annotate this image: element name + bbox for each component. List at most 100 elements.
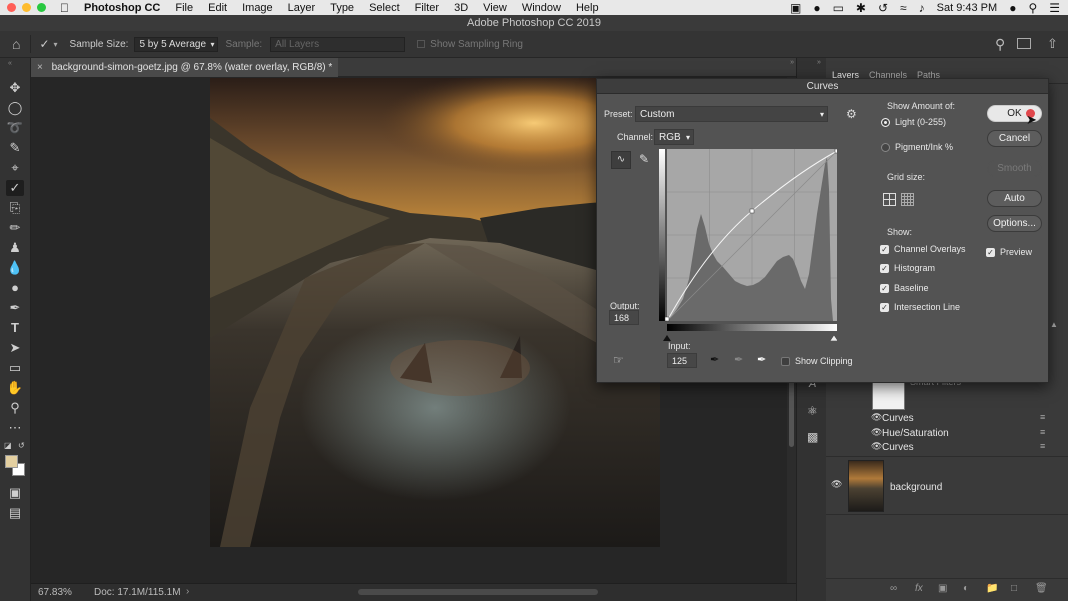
rectangle-tool-icon[interactable]: ▭: [6, 360, 24, 376]
curve-edit-points-tool[interactable]: ∿: [611, 151, 631, 169]
quick-mask-icon[interactable]: ▣: [6, 485, 24, 501]
layer-row-curves-2[interactable]: 👁 Curves ≡: [826, 440, 1068, 455]
preview-checkbox[interactable]: ✓ Preview: [986, 247, 1032, 257]
search-icon[interactable]: ⚲: [995, 36, 1005, 53]
menu-window[interactable]: Window: [522, 2, 561, 14]
status-menu-icon[interactable]: ›: [186, 586, 189, 597]
properties-panel-icon[interactable]: ⚛: [807, 404, 818, 418]
collapse-arrow-icon[interactable]: ▲: [1050, 320, 1058, 329]
options-button[interactable]: Options...: [987, 215, 1042, 232]
delete-layer-icon[interactable]: 🗑: [1035, 583, 1048, 594]
auto-button[interactable]: Auto: [987, 190, 1042, 207]
volume-icon[interactable]: ♪: [919, 2, 925, 14]
filter-options-icon[interactable]: ≡: [1040, 441, 1045, 451]
smart-filters-thumbnail[interactable]: [872, 380, 905, 410]
pencil-draw-icon[interactable]: ✎: [639, 152, 649, 166]
time-machine-icon[interactable]: ↺: [878, 2, 888, 14]
eyedropper-tool-icon[interactable]: ✓: [6, 180, 24, 196]
screen-mode-icon[interactable]: ▤: [6, 505, 24, 521]
gray-point-eyedropper-icon[interactable]: ✒: [734, 353, 743, 366]
new-group-icon[interactable]: 📁: [986, 583, 998, 594]
detailed-grid-button[interactable]: [901, 193, 914, 206]
channel-select[interactable]: RGB ▾: [654, 129, 694, 145]
wifi-icon[interactable]: ≈: [900, 2, 907, 14]
close-tab-icon[interactable]: ×: [37, 62, 43, 73]
scrollbar-thumb[interactable]: [789, 377, 794, 447]
menu-view[interactable]: View: [483, 2, 507, 14]
menu-help[interactable]: Help: [576, 2, 599, 14]
filter-options-icon[interactable]: ≡: [1040, 412, 1045, 422]
layer-style-icon[interactable]: fx: [915, 583, 923, 594]
menu-app[interactable]: Photoshop CC: [84, 2, 160, 14]
swap-colors-icon[interactable]: ↺: [18, 441, 25, 450]
menu-3d[interactable]: 3D: [454, 2, 468, 14]
share-icon[interactable]: ⇧: [1047, 36, 1058, 52]
layer-row-hue-saturation[interactable]: 👁 Hue/Saturation ≡: [826, 426, 1068, 441]
bluetooth-icon[interactable]: ✱: [856, 2, 866, 14]
strip-collapse-icon[interactable]: »: [817, 59, 821, 66]
toolbar-collapse-icon[interactable]: «: [8, 60, 12, 67]
adjustments-panel-icon[interactable]: ▩: [807, 430, 818, 444]
menu-filter[interactable]: Filter: [415, 2, 439, 14]
cancel-button[interactable]: Cancel: [987, 130, 1042, 147]
histogram-checkbox[interactable]: ✓ Histogram: [880, 263, 935, 273]
visibility-eye-icon[interactable]: 👁: [871, 412, 882, 423]
simple-grid-button[interactable]: [883, 193, 896, 206]
sample-size-select[interactable]: 5 by 5 Average ▾: [134, 36, 219, 52]
channel-overlays-checkbox[interactable]: ✓ Channel Overlays: [880, 244, 966, 254]
spotlight-search-icon[interactable]: ⚲: [1028, 2, 1037, 14]
smooth-button[interactable]: Smooth: [987, 160, 1042, 177]
new-layer-icon[interactable]: □: [1011, 583, 1017, 594]
default-colors-icon[interactable]: ◪: [4, 441, 12, 450]
menu-edit[interactable]: Edit: [208, 2, 227, 14]
zoom-tool-icon[interactable]: ⚲: [6, 400, 24, 416]
zoom-level[interactable]: 67.83%: [38, 587, 72, 598]
layer-row-curves[interactable]: 👁 Curves ≡: [826, 411, 1068, 426]
home-icon[interactable]: ⌂: [12, 36, 20, 52]
target-adjustment-hand-icon[interactable]: ☞: [613, 353, 624, 367]
filter-options-icon[interactable]: ≡: [1040, 427, 1045, 437]
input-field[interactable]: 125: [667, 353, 697, 368]
visibility-eye-icon[interactable]: 👁: [871, 441, 882, 452]
add-mask-icon[interactable]: ▣: [938, 583, 947, 594]
close-window-button[interactable]: [7, 3, 16, 12]
show-clipping-checkbox[interactable]: Show Clipping: [781, 356, 853, 366]
dodge-tool-icon[interactable]: ●: [6, 280, 24, 296]
sample-select[interactable]: All Layers: [270, 36, 406, 52]
notification-center-icon[interactable]: ☰: [1049, 2, 1060, 14]
preset-gear-icon[interactable]: ⚙: [846, 107, 857, 121]
intersection-line-checkbox[interactable]: ✓ Intersection Line: [880, 302, 960, 312]
creative-cloud-icon[interactable]: ●: [813, 2, 820, 14]
lasso-tool-icon[interactable]: ➰: [6, 120, 24, 136]
minimize-window-button[interactable]: [22, 3, 31, 12]
apple-icon[interactable]: : [60, 1, 69, 15]
baseline-checkbox[interactable]: ✓ Baseline: [880, 283, 929, 293]
menu-layer[interactable]: Layer: [288, 2, 316, 14]
pen-tool-icon[interactable]: ✒: [6, 300, 24, 316]
document-canvas-image[interactable]: [210, 78, 660, 547]
healing-brush-tool-icon[interactable]: ⎘: [6, 200, 24, 216]
user-icon[interactable]: ●: [1009, 2, 1016, 14]
visibility-eye-icon[interactable]: 👁: [831, 479, 842, 490]
clone-stamp-tool-icon[interactable]: ♟: [6, 240, 24, 256]
visibility-eye-icon[interactable]: 👁: [871, 427, 882, 438]
menu-image[interactable]: Image: [242, 2, 273, 14]
marquee-tool-icon[interactable]: ◯: [6, 100, 24, 116]
foreground-color-swatch[interactable]: [5, 455, 18, 468]
output-field[interactable]: 168: [609, 310, 639, 325]
hand-tool-icon[interactable]: ✋: [6, 380, 24, 396]
menubar-clock[interactable]: Sat 9:43 PM: [937, 2, 998, 14]
crop-tool-icon[interactable]: ⌖: [6, 160, 24, 176]
airplay-icon[interactable]: ▭: [833, 2, 844, 14]
document-tab[interactable]: × background-simon-goetz.jpg @ 67.8% (wa…: [31, 58, 339, 77]
screen-record-icon[interactable]: ▣: [790, 2, 801, 14]
eyedropper-tool-icon[interactable]: ✓: [39, 37, 49, 51]
new-adjustment-icon[interactable]: ◐: [963, 583, 969, 594]
brush-tool-icon[interactable]: ✏: [6, 220, 24, 236]
light-radio[interactable]: Light (0-255): [881, 117, 946, 127]
layer-row-background[interactable]: 👁 background: [826, 457, 1068, 514]
white-point-eyedropper-icon[interactable]: ✒: [757, 353, 766, 366]
panel-collapse-icon[interactable]: »: [790, 59, 794, 66]
move-tool-icon[interactable]: ✥: [6, 80, 24, 96]
tool-preset-chevron-icon[interactable]: ▾: [54, 40, 58, 49]
